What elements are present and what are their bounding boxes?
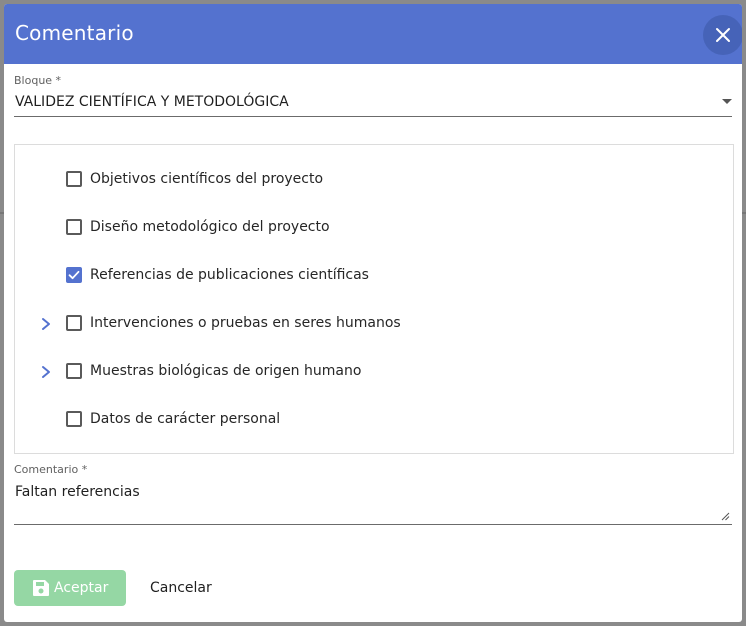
tree-item-objetivos: Objetivos científicos del proyecto (15, 160, 733, 200)
tree-item-label: Intervenciones o pruebas en seres humano… (90, 315, 401, 331)
tree-item-checkbox[interactable] (66, 315, 82, 331)
tree-panel: Objetivos científicos del proyecto Diseñ… (14, 144, 734, 454)
comentario-label: Comentario * (14, 463, 88, 476)
bloque-label: Bloque * (14, 74, 62, 87)
comentario-textarea[interactable]: Faltan referencias (14, 480, 732, 525)
bloque-select-value: VALIDEZ CIENTÍFICA Y METODOLÓGICA (15, 94, 289, 110)
tree-item-referencias: Referencias de publicaciones científicas (15, 256, 733, 296)
tree-item-label: Datos de carácter personal (90, 411, 281, 427)
tree-item-label: Muestras biológicas de origen humano (90, 363, 362, 379)
comentario-value: Faltan referencias (15, 484, 140, 500)
accept-button[interactable]: Aceptar (14, 570, 126, 606)
tree-item-muestras: Muestras biológicas de origen humano (15, 352, 733, 392)
tree-item-checkbox[interactable] (66, 219, 82, 235)
tree-item-checkbox[interactable] (66, 411, 82, 427)
accept-button-label: Aceptar (54, 580, 109, 596)
close-icon (716, 28, 730, 42)
comment-dialog: Comentario Bloque * VALIDEZ CIENTÍFICA Y… (4, 4, 742, 622)
save-icon (33, 580, 49, 596)
cancel-button-label: Cancelar (150, 580, 212, 596)
check-icon (68, 270, 80, 280)
tree-item-label: Referencias de publicaciones científicas (90, 267, 369, 283)
dialog-title: Comentario (15, 21, 134, 45)
tree-item-checkbox-checked[interactable] (66, 267, 82, 283)
close-button[interactable] (703, 15, 742, 55)
tree-item-checkbox[interactable] (66, 363, 82, 379)
tree-item-diseno: Diseño metodológico del proyecto (15, 208, 733, 248)
chevron-right-icon[interactable] (40, 365, 52, 379)
tree-item-label: Objetivos científicos del proyecto (90, 171, 324, 187)
dialog-header: Comentario (4, 4, 742, 64)
chevron-right-icon[interactable] (40, 317, 52, 331)
tree-item-intervenciones: Intervenciones o pruebas en seres humano… (15, 304, 733, 344)
tree-item-checkbox[interactable] (66, 171, 82, 187)
cancel-button[interactable]: Cancelar (140, 570, 220, 606)
dropdown-arrow-icon[interactable] (722, 99, 732, 104)
bloque-select[interactable]: VALIDEZ CIENTÍFICA Y METODOLÓGICA (14, 88, 732, 117)
resize-handle-icon[interactable] (721, 512, 730, 521)
tree-item-datos: Datos de carácter personal (15, 400, 733, 440)
tree-item-label: Diseño metodológico del proyecto (90, 219, 330, 235)
